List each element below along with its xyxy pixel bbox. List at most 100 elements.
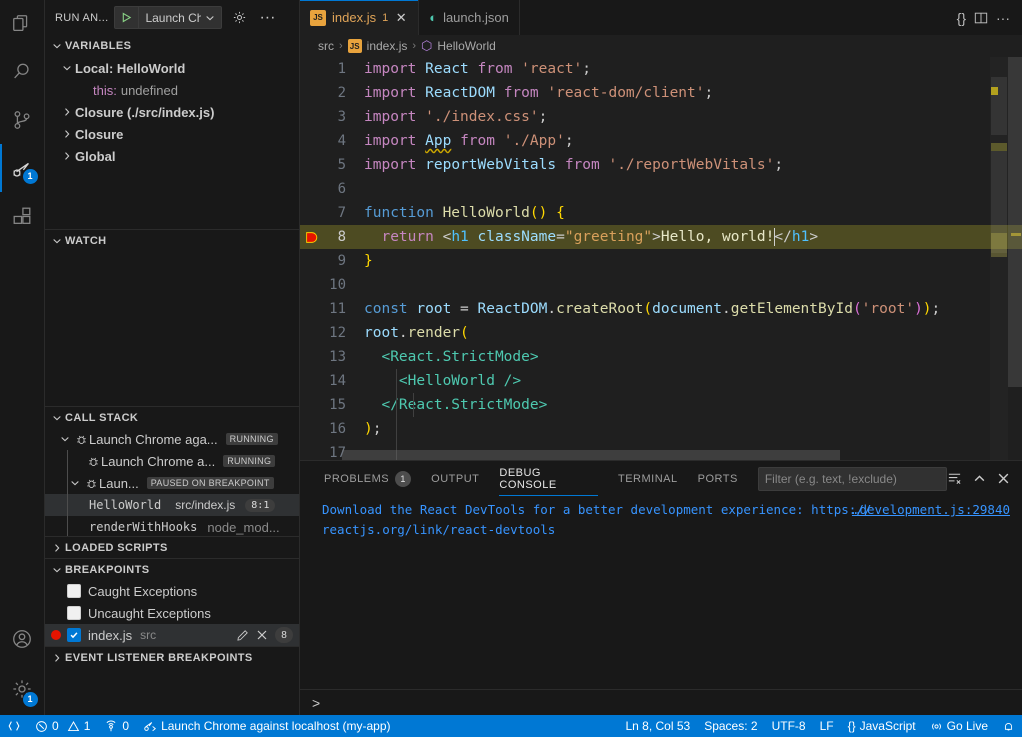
close-icon[interactable]: ✕	[394, 10, 408, 26]
tab-terminal[interactable]: TERMINAL	[608, 461, 688, 496]
status-cursor-position[interactable]: Ln 8, Col 53	[618, 715, 697, 737]
minimap[interactable]	[990, 57, 1008, 460]
variables-scope-global[interactable]: Global	[45, 145, 299, 167]
code-line-10[interactable]: 10	[300, 273, 1022, 297]
debug-console-input[interactable]: >	[300, 689, 1022, 715]
code-line-5[interactable]: 5 import reportWebVitals from './reportW…	[300, 153, 1022, 177]
section-call-stack-header[interactable]: CALL STACK	[45, 406, 299, 428]
variables-scope-closure[interactable]: Closure	[45, 123, 299, 145]
status-remote-indicator[interactable]	[0, 715, 28, 737]
extensions-icon[interactable]	[0, 192, 45, 240]
console-source-link[interactable]: …development.js:29840	[852, 500, 1010, 520]
edit-pencil-icon[interactable]	[236, 629, 249, 642]
open-launch-json-gear-icon[interactable]	[228, 7, 250, 29]
debug-console-output[interactable]: Download the React DevTools for a better…	[300, 496, 1022, 689]
editor-horizontal-scrollbar[interactable]	[342, 450, 964, 460]
accounts-icon[interactable]	[0, 615, 45, 663]
launch-configuration-select[interactable]: Launch Chr	[114, 6, 222, 29]
call-stack-frame-renderwithhooks[interactable]: renderWithHooks node_mod...	[45, 516, 299, 536]
variables-scope-local[interactable]: Local: HelloWorld	[45, 57, 299, 79]
call-stack-frame-helloworld[interactable]: HelloWorld src/index.js 8:1	[45, 494, 299, 516]
status-notifications[interactable]	[995, 715, 1022, 737]
code-line-9[interactable]: 9 }	[300, 249, 1022, 273]
split-editor-icon[interactable]	[974, 11, 988, 25]
start-debugging-icon[interactable]	[115, 7, 139, 28]
status-go-live[interactable]: Go Live	[923, 715, 995, 737]
remove-breakpoint-icon[interactable]	[256, 629, 268, 641]
variable-this[interactable]: this: undefined	[45, 79, 299, 101]
code-line-15[interactable]: 15 </React.StrictMode>	[300, 393, 1022, 417]
code-line-14[interactable]: 14 <HelloWorld />	[300, 369, 1022, 393]
tab-index-js[interactable]: JS index.js 1 ✕	[300, 0, 419, 35]
code-line-7[interactable]: 7 function HelloWorld() {	[300, 201, 1022, 225]
settings-gear-icon[interactable]: 1	[0, 663, 45, 715]
status-language-mode[interactable]: {} JavaScript	[841, 715, 923, 737]
open-changes-icon[interactable]: {}	[957, 10, 966, 26]
breadcrumb-item-symbol[interactable]: HelloWorld	[437, 39, 495, 53]
call-stack-session-1[interactable]: Launch Chrome a... RUNNING	[45, 450, 299, 472]
code-line-16[interactable]: 16 );	[300, 417, 1022, 441]
editor-vertical-scrollbar[interactable]	[1008, 57, 1022, 460]
call-stack-session-0[interactable]: Launch Chrome aga... RUNNING	[45, 428, 299, 450]
status-debug-session[interactable]: Launch Chrome against localhost (my-app)	[136, 715, 397, 737]
chevron-down-icon	[57, 431, 73, 447]
run-and-debug-icon[interactable]: 1	[0, 144, 45, 192]
sidebar-more-actions-icon[interactable]: ···	[256, 7, 278, 29]
call-stack-session-2[interactable]: Laun... PAUSED ON BREAKPOINT	[45, 472, 299, 494]
tab-problems[interactable]: PROBLEMS 1	[314, 461, 421, 496]
status-encoding[interactable]: UTF-8	[765, 715, 813, 737]
status-ports[interactable]: 0	[97, 715, 136, 737]
variables-scope-closure-index[interactable]: Closure (./src/index.js)	[45, 101, 299, 123]
tab-ports[interactable]: PORTS	[688, 461, 748, 496]
search-icon[interactable]	[0, 48, 45, 96]
explorer-icon[interactable]	[0, 0, 45, 48]
panel-tab-label: DEBUG CONSOLE	[499, 467, 598, 491]
line-number: 1	[322, 61, 364, 77]
close-panel-icon[interactable]	[997, 472, 1010, 485]
settings-badge: 1	[23, 692, 38, 707]
breadcrumb-item-src[interactable]: src	[318, 39, 334, 53]
code-line-13[interactable]: 13 <React.StrictMode>	[300, 345, 1022, 369]
code-line-8-current[interactable]: 8 return <h1 className="greeting">Hello,…	[300, 225, 1022, 249]
code-line-1[interactable]: 1 import React from 'react';	[300, 57, 1022, 81]
scrollbar-thumb[interactable]	[1008, 57, 1022, 387]
status-eol[interactable]: LF	[813, 715, 841, 737]
breakpoint-index-js[interactable]: index.js src 8	[45, 624, 299, 646]
scrollbar-thumb[interactable]	[342, 450, 840, 460]
status-indentation[interactable]: Spaces: 2	[697, 715, 764, 737]
clear-console-icon[interactable]	[947, 471, 962, 486]
code-line-12[interactable]: 12 root.render(	[300, 321, 1022, 345]
checkbox-unchecked[interactable]	[67, 606, 81, 620]
section-watch-header[interactable]: WATCH	[45, 229, 299, 251]
section-variables-header[interactable]: VARIABLES	[45, 35, 299, 57]
chevron-down-icon[interactable]	[201, 13, 219, 23]
status-debug-session-label: Launch Chrome against localhost (my-app)	[161, 719, 390, 733]
console-filter-input[interactable]: Filter (e.g. text, !exclude)	[758, 467, 947, 491]
source-control-icon[interactable]	[0, 96, 45, 144]
more-actions-icon[interactable]: ···	[996, 10, 1010, 26]
code-editor[interactable]: 1 import React from 'react'; 2 import Re…	[300, 57, 1022, 460]
chevron-right-icon	[49, 650, 65, 666]
tab-launch-json[interactable]: ◐ launch.json	[419, 0, 520, 35]
code-line-3[interactable]: 3 import './index.css';	[300, 105, 1022, 129]
breakpoint-arrow-icon[interactable]	[300, 231, 322, 244]
code-line-11[interactable]: 11 const root = ReactDOM.createRoot(docu…	[300, 297, 1022, 321]
section-event-listener-breakpoints-header[interactable]: EVENT LISTENER BREAKPOINTS	[45, 646, 299, 668]
watch-list[interactable]	[45, 251, 299, 406]
tab-output[interactable]: OUTPUT	[421, 461, 489, 496]
breakpoint-caught-exceptions[interactable]: Caught Exceptions	[45, 580, 299, 602]
breakpoint-uncaught-exceptions[interactable]: Uncaught Exceptions	[45, 602, 299, 624]
chevron-up-icon[interactable]	[973, 472, 986, 485]
debug-badge: 1	[23, 169, 38, 184]
code-line-4[interactable]: 4 import App from './App';	[300, 129, 1022, 153]
tab-debug-console[interactable]: DEBUG CONSOLE	[489, 461, 608, 496]
section-loaded-scripts-header[interactable]: LOADED SCRIPTS	[45, 536, 299, 558]
line-number: 13	[322, 349, 364, 365]
checkbox-checked[interactable]	[67, 628, 81, 642]
code-line-6[interactable]: 6	[300, 177, 1022, 201]
code-line-2[interactable]: 2 import ReactDOM from 'react-dom/client…	[300, 81, 1022, 105]
status-problems[interactable]: 0 1	[28, 715, 97, 737]
checkbox-unchecked[interactable]	[67, 584, 81, 598]
breadcrumb-item-file[interactable]: index.js	[367, 39, 408, 53]
section-breakpoints-header[interactable]: BREAKPOINTS	[45, 558, 299, 580]
